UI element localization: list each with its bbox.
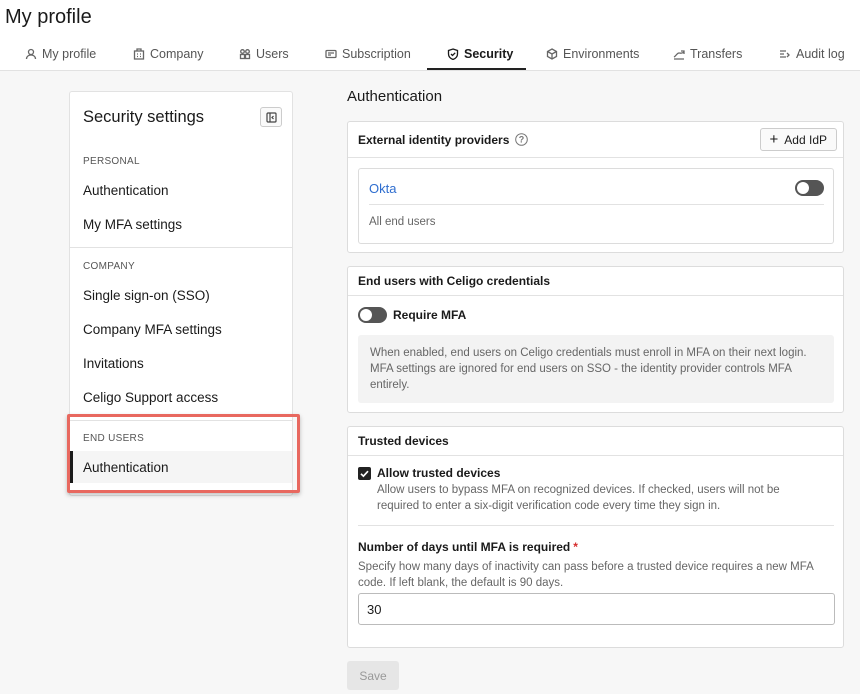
- sidebar-item-sso[interactable]: Single sign-on (SSO): [70, 279, 292, 311]
- sidebar-item-personal-authentication[interactable]: Authentication: [70, 174, 292, 206]
- checkmark-icon: [360, 470, 369, 478]
- tab-security[interactable]: Security: [447, 38, 513, 70]
- list-icon: [780, 50, 790, 58]
- tab-transfers[interactable]: Transfers: [673, 38, 742, 70]
- sidebar-item-company-mfa[interactable]: Company MFA settings: [70, 313, 292, 345]
- tab-my-profile[interactable]: My profile: [25, 38, 96, 70]
- highlight-annotation: [67, 414, 300, 493]
- allow-trusted-description: Allow users to bypass MFA on recognized …: [377, 484, 780, 512]
- idp-name-link[interactable]: Okta: [369, 181, 396, 196]
- tab-label: Security: [464, 47, 514, 61]
- sidebar-item-invitations[interactable]: Invitations: [70, 347, 292, 379]
- card-icon: [325, 49, 337, 59]
- help-icon[interactable]: ?: [515, 133, 529, 146]
- tab-label: Transfers: [690, 47, 743, 61]
- idp-divider: [369, 204, 824, 205]
- celigo-card-header: End users with Celigo credentials: [348, 267, 843, 296]
- tab-users[interactable]: Users: [239, 38, 289, 70]
- trusted-devices-card: Trusted devices Allow trusted devices Al…: [347, 426, 844, 648]
- users-icon: [239, 49, 251, 60]
- transfer-icon: [673, 50, 685, 60]
- tab-company[interactable]: Company: [133, 38, 204, 70]
- shield-icon: [447, 48, 459, 60]
- idp-card: External identity providers ? + Add IdP …: [347, 121, 844, 253]
- tab-label: Users: [256, 47, 289, 61]
- tab-label: Environments: [563, 47, 640, 61]
- section-label-personal: PERSONAL: [83, 156, 140, 167]
- building-icon: [133, 48, 145, 60]
- trusted-divider: [358, 525, 834, 526]
- idp-card-title: External identity providers: [358, 132, 510, 147]
- sidebar-title: Security settings: [83, 108, 205, 126]
- plus-icon: +: [769, 130, 779, 148]
- days-label: Number of days until MFA is required *: [358, 540, 578, 554]
- require-mfa-toggle[interactable]: [358, 307, 387, 323]
- tab-bar: My profile Company Users Subscription Se…: [0, 38, 860, 71]
- days-input[interactable]: [358, 593, 835, 625]
- main-title: Authentication: [347, 88, 443, 105]
- cube-icon: [546, 48, 558, 60]
- section-label-company: COMPANY: [83, 261, 135, 272]
- tab-environments[interactable]: Environments: [546, 38, 639, 70]
- content-area: Security settings PERSONAL Authenticatio…: [0, 71, 860, 694]
- user-icon: [25, 48, 37, 60]
- tab-audit-log[interactable]: Audit log: [779, 38, 845, 70]
- tab-label: Company: [150, 47, 204, 61]
- add-idp-label: Add IdP: [784, 132, 827, 147]
- collapse-icon: [265, 111, 277, 123]
- require-mfa-info: When enabled, end users on Celigo creden…: [358, 335, 834, 403]
- trusted-card-header: Trusted devices: [348, 427, 843, 456]
- idp-item: Okta All end users: [358, 168, 834, 244]
- sidebar-item-my-mfa-settings[interactable]: My MFA settings: [70, 208, 292, 240]
- collapse-sidebar-button[interactable]: [260, 107, 282, 127]
- days-description: Specify how many days of inactivity can …: [358, 561, 814, 589]
- save-button[interactable]: Save: [347, 661, 399, 690]
- tab-label: Audit log: [796, 47, 845, 61]
- idp-scope: All end users: [369, 216, 436, 228]
- tab-label: Subscription: [342, 47, 411, 61]
- svg-text:?: ?: [519, 135, 525, 145]
- celigo-credentials-card: End users with Celigo credentials Requir…: [347, 266, 844, 413]
- require-mfa-label: Require MFA: [393, 308, 467, 322]
- required-mark: *: [573, 540, 578, 554]
- idp-enable-toggle[interactable]: [795, 180, 824, 196]
- sidebar-item-support-access[interactable]: Celigo Support access: [70, 381, 292, 413]
- allow-trusted-label: Allow trusted devices: [377, 466, 501, 480]
- page-title: My profile: [5, 6, 92, 28]
- allow-trusted-checkbox[interactable]: [358, 467, 371, 480]
- add-idp-button[interactable]: + Add IdP: [759, 128, 837, 151]
- tab-subscription[interactable]: Subscription: [325, 38, 411, 70]
- active-tab-indicator: [427, 68, 526, 70]
- tab-label: My profile: [42, 47, 97, 61]
- days-label-text: Number of days until MFA is required: [358, 540, 571, 554]
- sidebar-divider: [70, 247, 292, 248]
